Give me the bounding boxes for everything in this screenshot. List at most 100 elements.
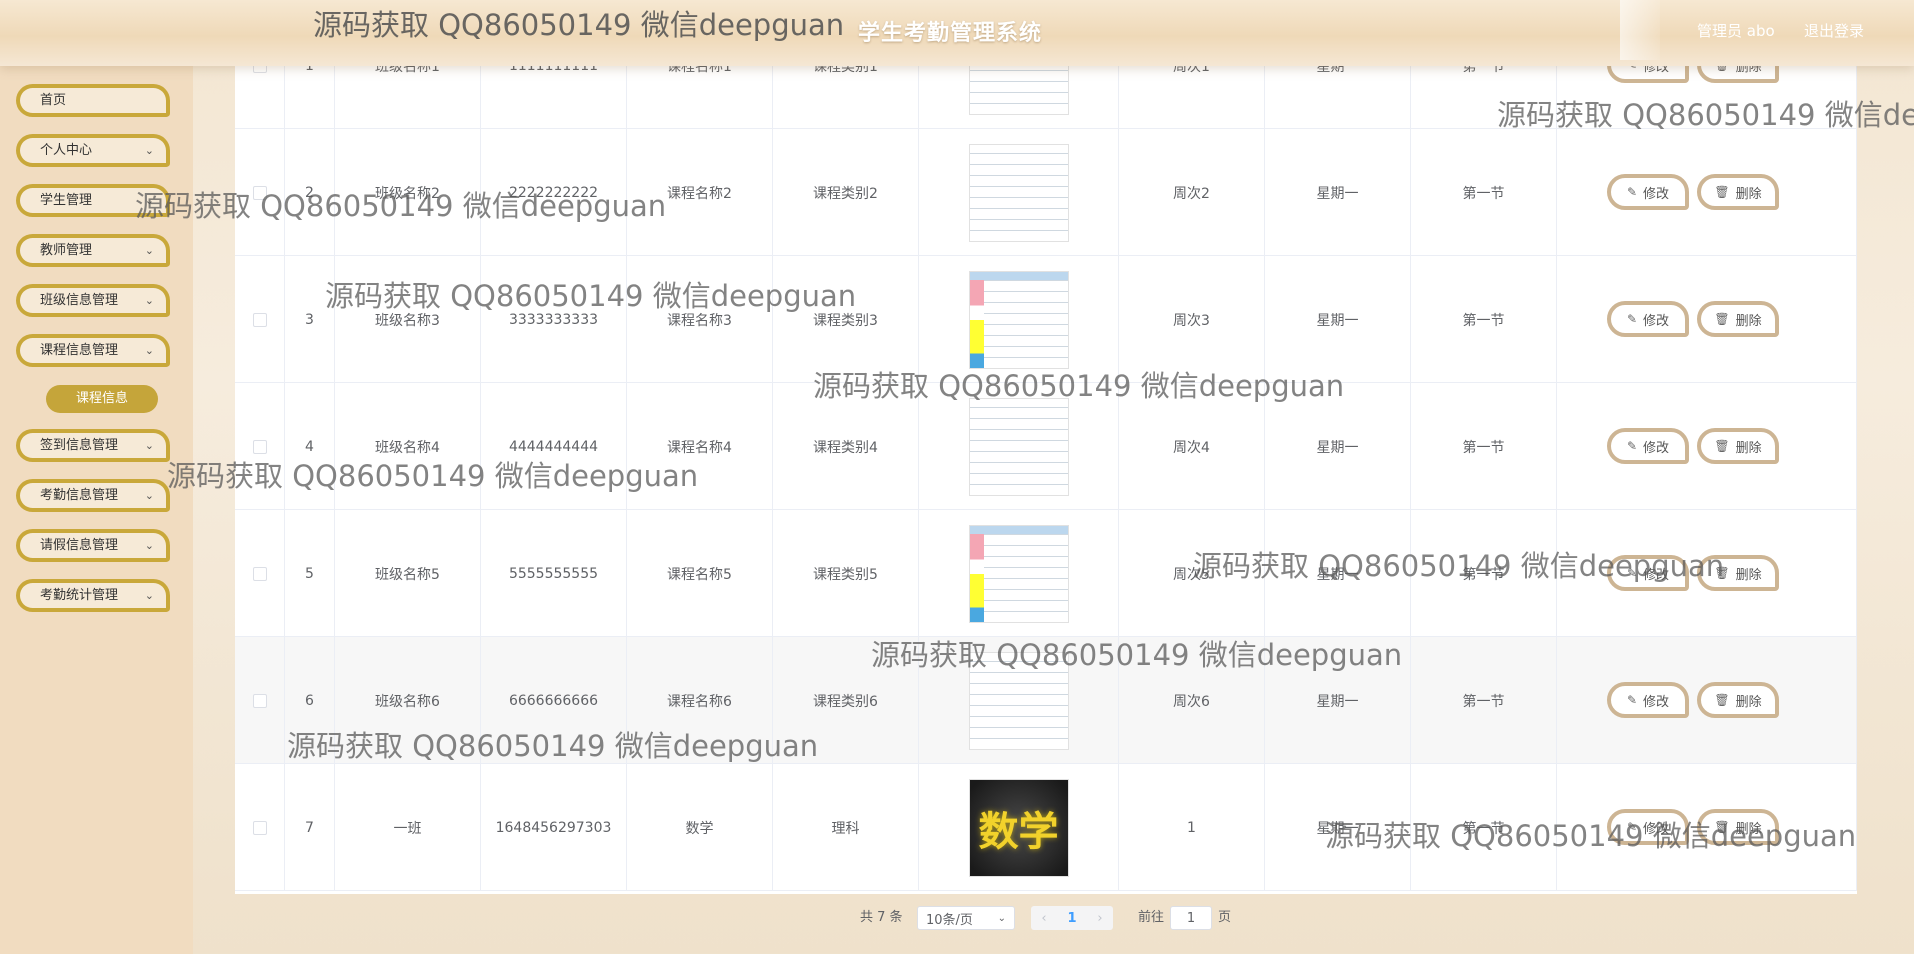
table-cell-class-name: 班级名称3 [335, 256, 481, 383]
sidebar-item-label: 个人中心 [40, 143, 93, 158]
logout-link[interactable]: 退出登录 [1804, 20, 1864, 41]
sidebar-item-label: 请假信息管理 [40, 538, 119, 553]
chevron-down-icon: ⌄ [144, 244, 154, 257]
sidebar-item-personal-center[interactable]: 个人中心 ⌄ [16, 134, 170, 167]
delete-button[interactable]: 🗑 删除 [1697, 174, 1779, 210]
table-cell-period: 第一节 [1411, 764, 1557, 891]
table-cell-course-type: 课程类别6 [773, 637, 919, 764]
sidebar-item-class-info[interactable]: 班级信息管理 ⌄ [16, 284, 170, 317]
course-image-schedule[interactable] [968, 143, 1069, 242]
goto-page-input[interactable]: 1 [1170, 906, 1212, 930]
sidebar-item-attendance-stats[interactable]: 考勤统计管理 ⌄ [16, 579, 170, 612]
sidebar-item-student-management[interactable]: 学生管理 ⌄ [16, 184, 170, 217]
chevron-down-icon: ⌄ [144, 589, 154, 602]
table-cell-day: 星期一 [1265, 383, 1411, 510]
table-cell-course-type: 课程类别2 [773, 129, 919, 256]
table-cell-code: 2222222222 [481, 129, 627, 256]
row-select-cell [235, 256, 285, 383]
chevron-down-icon: ⌄ [144, 144, 154, 157]
row-checkbox[interactable] [252, 820, 267, 835]
page-number-current[interactable]: 1 [1067, 911, 1076, 926]
edit-button-label: 修改 [1643, 440, 1670, 456]
table-cell-day: 星期一 [1265, 129, 1411, 256]
sidebar-item-checkin-info[interactable]: 签到信息管理 ⌄ [16, 429, 170, 462]
course-image-text: 数学 [978, 807, 1059, 855]
delete-button[interactable]: 🗑 删除 [1697, 428, 1779, 464]
sidebar-item-label: 考勤统计管理 [40, 588, 119, 603]
table-cell-course-name: 课程名称4 [627, 383, 773, 510]
edit-icon: ✎ [1626, 185, 1638, 199]
table-row: 5 班级名称5 5555555555 课程名称5 课程类别5 周次5 星期一 第一节 ✎ 修改 🗑 删… [235, 510, 1857, 637]
table-cell-course-type: 理科 [773, 764, 919, 891]
table-cell-index: 3 [285, 256, 335, 383]
edit-icon: ✎ [1626, 312, 1638, 326]
sidebar-subitem-course-info[interactable]: 课程信息 [46, 385, 158, 413]
course-image-cell [919, 129, 1119, 256]
delete-button[interactable]: 🗑 删除 [1697, 809, 1779, 845]
table-cell-day: 星期一 [1265, 637, 1411, 764]
course-image-schedule[interactable] [968, 651, 1069, 750]
table-cell-code: 4444444444 [481, 383, 627, 510]
row-checkbox[interactable] [252, 312, 267, 327]
table-cell-index: 6 [285, 637, 335, 764]
sidebar-item-label: 课程信息管理 [40, 343, 119, 358]
trash-icon: 🗑 [1714, 566, 1730, 580]
edit-button[interactable]: ✎ 修改 [1607, 301, 1689, 337]
course-image-schedule[interactable] [968, 397, 1069, 496]
row-checkbox[interactable] [252, 185, 267, 200]
sidebar-item-label: 签到信息管理 [40, 438, 119, 453]
edit-button[interactable]: ✎ 修改 [1607, 428, 1689, 464]
table-cell-course-name: 课程名称3 [627, 256, 773, 383]
row-actions-cell: ✎ 修改 🗑 删除 [1557, 510, 1857, 637]
table-cell-period: 第一节 [1411, 129, 1557, 256]
goto-label: 前往 [1138, 910, 1165, 925]
edit-button[interactable]: ✎ 修改 [1607, 809, 1689, 845]
table-cell-period: 第一节 [1411, 383, 1557, 510]
table-cell-period: 第一节 [1411, 256, 1557, 383]
chevron-down-icon: ⌄ [144, 294, 154, 307]
chevron-down-icon: ⌄ [144, 489, 154, 502]
row-select-cell [235, 764, 285, 891]
edit-button[interactable]: ✎ 修改 [1607, 555, 1689, 591]
prev-page-icon[interactable]: ‹ [1041, 911, 1046, 926]
course-image-cell: 数学 [919, 764, 1119, 891]
delete-button-label: 删除 [1735, 440, 1762, 456]
row-actions-cell: ✎ 修改 🗑 删除 [1557, 764, 1857, 891]
row-checkbox[interactable] [252, 693, 267, 708]
course-image-cell [919, 256, 1119, 383]
sidebar-item-home[interactable]: 首页 [16, 84, 170, 117]
edit-button[interactable]: ✎ 修改 [1607, 174, 1689, 210]
course-table: 1班级名称11111111111课程名称1课程类别1周次1星期一第一节✎修改🗑删… [235, 2, 1857, 894]
course-image-schedule[interactable] [968, 524, 1069, 623]
edit-button-label: 修改 [1643, 821, 1670, 837]
row-checkbox[interactable] [252, 566, 267, 581]
table-cell-course-name: 数学 [627, 764, 773, 891]
sidebar-item-label: 学生管理 [40, 193, 93, 208]
sidebar-item-leave-info[interactable]: 请假信息管理 ⌄ [16, 529, 170, 562]
sidebar-item-teacher-management[interactable]: 教师管理 ⌄ [16, 234, 170, 267]
row-checkbox[interactable] [252, 439, 267, 454]
delete-button[interactable]: 🗑 删除 [1697, 682, 1779, 718]
row-select-cell [235, 510, 285, 637]
pagination-pager: ‹ 1 › [1031, 906, 1113, 930]
sidebar-item-label: 教师管理 [40, 243, 93, 258]
edit-button[interactable]: ✎ 修改 [1607, 682, 1689, 718]
trash-icon: 🗑 [1714, 693, 1730, 707]
edit-button-label: 修改 [1643, 313, 1670, 329]
course-image-schedule[interactable] [968, 270, 1069, 369]
table-cell-week: 周次2 [1119, 129, 1265, 256]
delete-button[interactable]: 🗑 删除 [1697, 555, 1779, 591]
course-image-math[interactable]: 数学 [968, 778, 1069, 877]
row-actions-cell: ✎ 修改 🗑 删除 [1557, 383, 1857, 510]
page-size-select[interactable]: 10条/页 ⌄ [917, 906, 1015, 930]
delete-button[interactable]: 🗑 删除 [1697, 301, 1779, 337]
table-cell-week: 周次4 [1119, 383, 1265, 510]
row-actions-cell: ✎ 修改 🗑 删除 [1557, 637, 1857, 764]
sidebar-item-course-info[interactable]: 课程信息管理 ⌄ [16, 334, 170, 367]
edit-button-label: 修改 [1643, 186, 1670, 202]
table-cell-course-type: 课程类别4 [773, 383, 919, 510]
sidebar-item-attendance-info[interactable]: 考勤信息管理 ⌄ [16, 479, 170, 512]
sidebar: 首页 个人中心 ⌄ 学生管理 ⌄ 教师管理 ⌄ 班级信息管理 ⌄ 课程信息管理 … [0, 66, 193, 954]
next-page-icon[interactable]: › [1097, 911, 1102, 926]
table-row: 6 班级名称6 6666666666 课程名称6 课程类别6 周次6 星期一 第一节 ✎ 修改 🗑 删… [235, 637, 1857, 764]
